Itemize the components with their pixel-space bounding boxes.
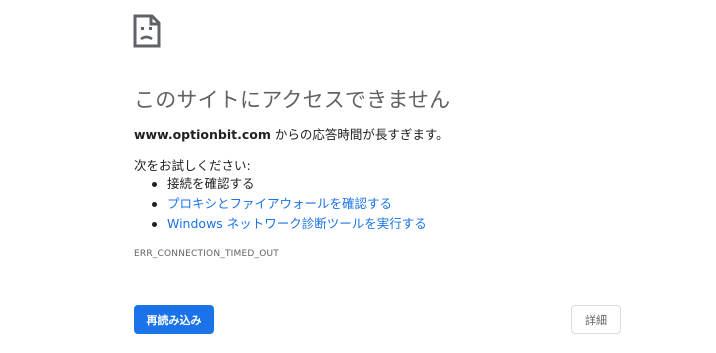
check-proxy-firewall-link[interactable]: プロキシとファイアウォールを確認する	[167, 196, 392, 211]
bullet-icon	[152, 182, 157, 187]
bullet-icon	[152, 222, 157, 227]
suggestions-heading: 次をお試しください:	[134, 158, 251, 173]
suggestion-label: 接続を確認する	[167, 176, 255, 191]
run-network-diagnostics-link[interactable]: Windows ネットワーク診断ツールを実行する	[167, 216, 427, 231]
reload-button[interactable]: 再読み込み	[134, 305, 214, 334]
suggestion-run-diagnostics: Windows ネットワーク診断ツールを実行する	[134, 214, 427, 234]
suggestion-check-connection: 接続を確認する	[134, 174, 427, 194]
suggestion-check-proxy-firewall: プロキシとファイアウォールを確認する	[134, 194, 427, 214]
suggestions-list: 接続を確認する プロキシとファイアウォールを確認する Windows ネットワー…	[134, 174, 427, 234]
summary-message: からの応答時間が長すぎます。	[270, 127, 449, 142]
site-host: www.optionbit.com	[134, 127, 271, 142]
page-title: このサイトにアクセスできません	[134, 88, 451, 112]
error-summary: www.optionbit.com からの応答時間が長すぎます。	[134, 124, 449, 143]
details-button[interactable]: 詳細	[571, 305, 621, 334]
sad-document-icon	[133, 14, 161, 48]
bullet-icon	[152, 202, 157, 207]
error-code: ERR_CONNECTION_TIMED_OUT	[134, 249, 279, 259]
